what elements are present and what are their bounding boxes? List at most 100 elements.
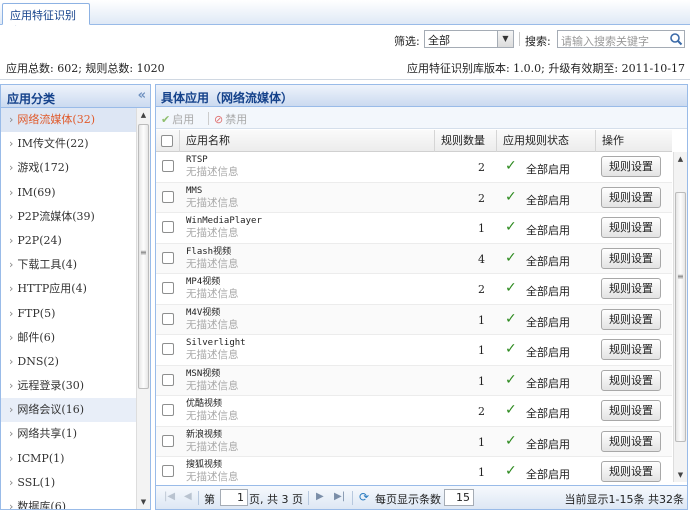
scroll-down-icon[interactable]: ▼	[674, 468, 687, 482]
search-input[interactable]: 请输入搜索关键字	[557, 30, 685, 48]
row-checkbox[interactable]	[162, 221, 174, 233]
grip-icon: ≡	[677, 272, 684, 281]
category-item[interactable]: › SSL(1)	[1, 471, 136, 495]
app-name: MSN视频	[186, 368, 221, 379]
row-checkbox[interactable]	[162, 465, 174, 477]
row-checkbox[interactable]	[162, 160, 174, 172]
rule-count: 1	[478, 344, 485, 357]
category-item[interactable]: › IM(69)	[1, 181, 136, 205]
check-icon: ✓	[505, 158, 517, 174]
chevron-right-icon: ›	[9, 185, 14, 199]
rule-count: 1	[478, 313, 485, 327]
select-all-checkbox[interactable]	[161, 135, 173, 147]
last-page-icon[interactable]: ▶|	[334, 491, 345, 502]
rule-settings-button[interactable]: 规则设置	[601, 339, 661, 360]
rule-settings-button[interactable]: 规则设置	[601, 430, 661, 452]
enable-label: 启用	[172, 113, 195, 126]
scroll-thumb[interactable]	[675, 192, 686, 442]
app-name: 搜狐视频	[186, 460, 223, 470]
row-checkbox[interactable]	[162, 251, 174, 264]
disable-button[interactable]: ⊘ 禁用	[214, 111, 247, 127]
chevron-down-icon[interactable]: ▼	[497, 31, 513, 47]
category-item[interactable]: › 游戏(172)	[1, 156, 136, 180]
app-description: 无描述信息	[186, 379, 239, 392]
app-rule-totals: 应用总数: 602; 规则总数: 1020	[6, 62, 165, 75]
row-checkbox[interactable]	[162, 282, 174, 294]
grid-scrollbar[interactable]: ▲ ≡ ▼	[673, 152, 687, 482]
enable-button[interactable]: ✔ 启用	[161, 111, 194, 127]
chevron-right-icon: ›	[9, 113, 14, 126]
category-item[interactable]: › DNS(2)	[1, 350, 136, 374]
collapse-left-icon[interactable]: «	[138, 88, 146, 103]
table-row[interactable]: Flash视频 无描述信息 4 ✓ 全部启用 规则设置	[156, 243, 672, 274]
rule-settings-button[interactable]: 规则设置	[601, 156, 661, 177]
table-row[interactable]: M4V视频 无描述信息 1 ✓ 全部启用 规则设置	[156, 304, 672, 335]
refresh-icon[interactable]: ⟳	[359, 490, 369, 504]
disable-label: 禁用	[225, 113, 248, 126]
rule-settings-button[interactable]: 规则设置	[601, 461, 661, 482]
filter-select[interactable]: 全部 ▼	[424, 30, 514, 48]
category-item[interactable]: › 邮件(6)	[1, 326, 136, 350]
first-page-icon[interactable]: |◀	[164, 491, 175, 502]
chevron-right-icon: ›	[9, 233, 14, 247]
chevron-right-icon: ›	[9, 379, 14, 393]
row-checkbox[interactable]	[162, 312, 174, 325]
row-checkbox[interactable]	[162, 343, 174, 355]
rule-settings-button[interactable]: 规则设置	[601, 400, 661, 421]
pager-divider	[198, 491, 199, 505]
table-row[interactable]: 新浪视频 无描述信息 1 ✓ 全部启用 规则设置	[156, 426, 672, 457]
next-page-icon[interactable]: ▶	[316, 491, 324, 502]
table-row[interactable]: MP4视频 无描述信息 2 ✓ 全部启用 规则设置	[156, 274, 672, 305]
category-item[interactable]: › 网络流媒体(32)	[1, 108, 136, 133]
category-scrollbar[interactable]: ▲ ≡ ▼	[136, 108, 150, 509]
row-checkbox[interactable]	[162, 190, 174, 203]
category-item[interactable]: › 下载工具(4)	[1, 253, 136, 277]
rule-settings-button[interactable]: 规则设置	[601, 308, 661, 330]
rule-status: 全部启用	[526, 163, 570, 176]
category-item[interactable]: › 网络共享(1)	[1, 422, 136, 446]
row-checkbox[interactable]	[162, 373, 174, 386]
category-item[interactable]: › ICMP(1)	[1, 447, 136, 471]
table-row[interactable]: MMS 无描述信息 2 ✓ 全部启用 规则设置	[156, 182, 672, 213]
check-icon: ✓	[505, 188, 517, 205]
table-row[interactable]: MSN视频 无描述信息 1 ✓ 全部启用 规则设置	[156, 365, 672, 396]
rule-settings-button[interactable]: 规则设置	[601, 278, 661, 299]
category-item[interactable]: › 网络会议(16)	[1, 398, 136, 423]
rule-settings-button[interactable]: 规则设置	[601, 217, 661, 238]
rule-settings-button[interactable]: 规则设置	[601, 369, 661, 391]
scroll-down-icon[interactable]: ▼	[137, 495, 150, 509]
tab-app-signature-library[interactable]: 应用特征识别库	[2, 3, 90, 38]
table-row[interactable]: RTSP 无描述信息 2 ✓ 全部启用 规则设置	[156, 152, 672, 183]
scroll-up-icon[interactable]: ▲	[674, 152, 687, 166]
category-item[interactable]: › P2P流媒体(39)	[1, 205, 136, 229]
category-item[interactable]: › HTTP应用(4)	[1, 277, 136, 301]
col-rule-count[interactable]: 规则数量	[435, 130, 497, 152]
table-row[interactable]: 优酷视频 无描述信息 2 ✓ 全部启用 规则设置	[156, 396, 672, 427]
category-item[interactable]: › IM传文件(22)	[1, 132, 136, 156]
category-item[interactable]: › 远程登录(30)	[1, 374, 136, 398]
prev-page-icon[interactable]: ◀	[184, 491, 192, 502]
category-label: HTTP应用(4)	[17, 282, 87, 296]
page-number-input[interactable]: 1	[220, 489, 248, 506]
rule-settings-button[interactable]: 规则设置	[601, 247, 661, 269]
ban-icon: ⊘	[214, 113, 224, 126]
page-size-input[interactable]: 15	[444, 489, 474, 506]
col-app-name[interactable]: 应用名称	[180, 130, 435, 152]
category-label: ICMP(1)	[17, 451, 65, 465]
col-rule-status[interactable]: 应用规则状态	[497, 130, 596, 152]
chevron-right-icon: ›	[9, 500, 14, 510]
table-row[interactable]: Silverlight 无描述信息 1 ✓ 全部启用 规则设置	[156, 335, 672, 366]
table-row[interactable]: WinMediaPlayer 无描述信息 1 ✓ 全部启用 规则设置	[156, 213, 672, 244]
search-icon[interactable]	[669, 32, 683, 46]
pager-divider	[352, 491, 353, 505]
category-item[interactable]: › P2P(24)	[1, 229, 136, 253]
rule-count: 2	[478, 191, 485, 205]
rule-settings-button[interactable]: 规则设置	[601, 186, 661, 208]
category-item[interactable]: › FTP(5)	[1, 302, 136, 326]
row-checkbox[interactable]	[162, 404, 174, 416]
scroll-up-icon[interactable]: ▲	[137, 108, 150, 122]
category-item[interactable]: › 数据库(6)	[1, 495, 136, 510]
table-row[interactable]: 搜狐视频 无描述信息 1 ✓ 全部启用 规则设置	[156, 457, 672, 488]
row-checkbox[interactable]	[162, 434, 174, 447]
category-label: SSL(1)	[17, 475, 56, 489]
